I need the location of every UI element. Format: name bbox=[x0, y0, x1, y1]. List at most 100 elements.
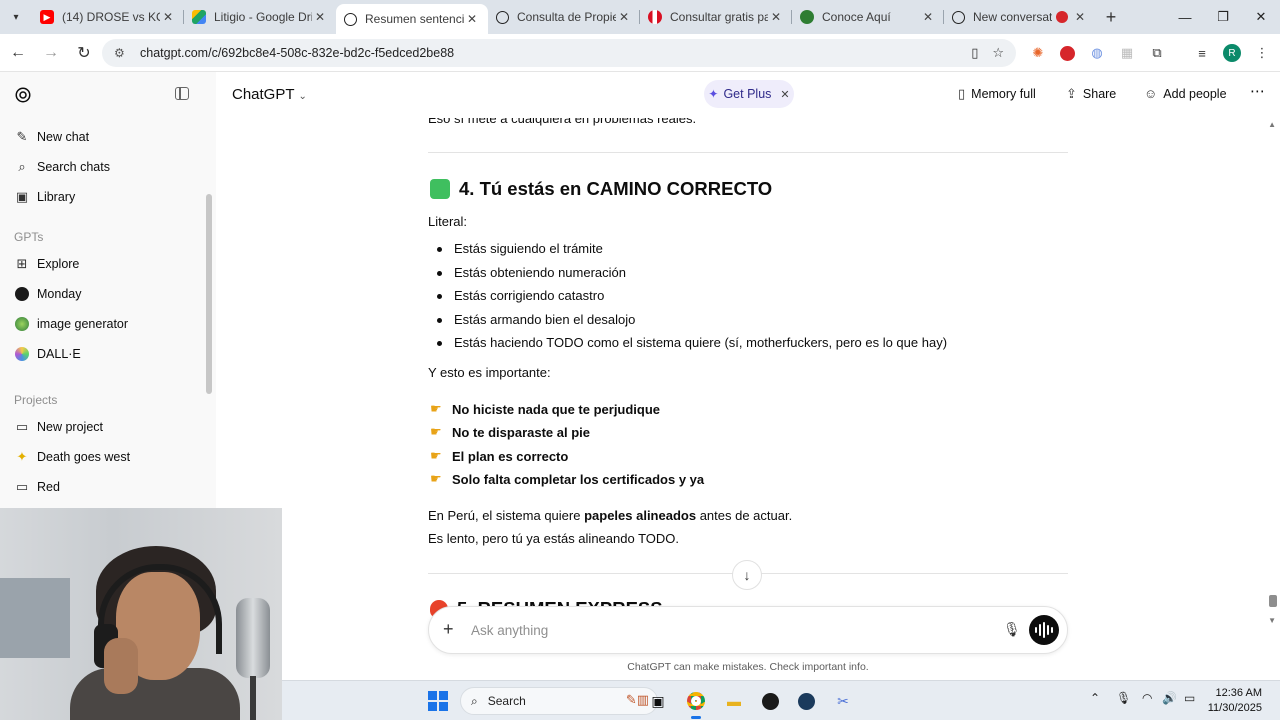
sidebar: ✎ New chat ⌕ Search chats ▣ Library GPTs… bbox=[0, 72, 216, 508]
media-control-icon[interactable]: ≡ bbox=[1190, 34, 1214, 72]
sidebar-item-monday[interactable]: Monday bbox=[8, 280, 208, 308]
maximize-icon[interactable]: ❐ bbox=[1204, 0, 1242, 34]
tab-title: Resumen sentencia C bbox=[365, 12, 464, 26]
browser-tab-3-active[interactable]: Resumen sentencia C ✕ bbox=[336, 4, 488, 34]
person-add-icon: ☺ bbox=[1144, 86, 1158, 101]
browser-tab-7[interactable]: New conversation ✕ bbox=[944, 0, 1096, 34]
model-selector[interactable]: ChatGPT ⌄ bbox=[232, 86, 307, 103]
tab-title: Consulta de Propiedad bbox=[517, 10, 616, 24]
snipping-tool-icon[interactable]: ✂ bbox=[831, 689, 855, 713]
folder-plus-icon: ▭ bbox=[15, 419, 29, 434]
sidebar-item-new-project[interactable]: ▭ New project bbox=[8, 413, 208, 441]
close-tab-icon[interactable]: ✕ bbox=[312, 10, 328, 24]
monday-avatar-icon bbox=[14, 286, 30, 302]
steam-icon[interactable] bbox=[794, 689, 818, 713]
tab-search-menu[interactable]: ▾ bbox=[0, 0, 32, 34]
list-item: Estás siguiendo el trámite bbox=[437, 241, 603, 256]
close-tab-icon[interactable]: ✕ bbox=[464, 12, 480, 26]
more-options-icon[interactable]: ⋯ bbox=[1250, 82, 1265, 100]
page-icon[interactable]: ▯ bbox=[971, 45, 978, 61]
list-item: Estás corrigiendo catastro bbox=[436, 288, 605, 303]
microphone-icon[interactable]: 🎙 bbox=[1003, 621, 1021, 638]
chrome-icon[interactable] bbox=[684, 689, 708, 719]
bookmark-star-icon[interactable]: ☆ bbox=[992, 45, 1004, 61]
volume-icon[interactable]: 🔊 bbox=[1162, 691, 1177, 705]
sidebar-item-dalle[interactable]: DALL·E bbox=[8, 340, 208, 368]
voice-mode-button[interactable] bbox=[1029, 615, 1059, 645]
close-tab-icon[interactable]: ✕ bbox=[1072, 10, 1088, 24]
browser-tab-1[interactable]: ▶ (14) DROSE vs KODIG ✕ bbox=[32, 0, 184, 34]
chat-input[interactable] bbox=[471, 619, 971, 641]
adblock-icon[interactable] bbox=[1055, 34, 1079, 72]
sidebar-scrollbar[interactable] bbox=[206, 194, 212, 394]
browser-tab-4[interactable]: Consulta de Propiedad ✕ bbox=[488, 0, 640, 34]
conversation-area: Eso sí mete a cualquiera en problemas re… bbox=[216, 118, 1280, 680]
browser-menu-icon[interactable]: ⋮ bbox=[1250, 34, 1274, 72]
new-tab-button[interactable]: + bbox=[1096, 7, 1126, 28]
extension-icon[interactable]: ✺ bbox=[1026, 34, 1050, 72]
lens-extension-icon[interactable]: ◍ bbox=[1085, 34, 1109, 72]
battery-icon[interactable]: ▭ bbox=[1184, 691, 1195, 705]
plus-icon[interactable]: + bbox=[443, 619, 454, 640]
browser-tab-6[interactable]: Conoce Aquí ✕ bbox=[792, 0, 944, 34]
dismiss-icon[interactable]: ✕ bbox=[780, 88, 789, 101]
scroll-down-arrow-icon[interactable]: ▼ bbox=[1268, 616, 1276, 625]
wifi-icon[interactable]: ◠ bbox=[1142, 691, 1152, 705]
chatgpt-logo-icon[interactable] bbox=[14, 86, 32, 104]
extension-icon[interactable]: ▦ bbox=[1115, 34, 1139, 72]
chatgpt-icon bbox=[496, 10, 509, 24]
scroll-to-bottom-button[interactable]: ↓ bbox=[732, 560, 762, 590]
reload-icon[interactable]: ↻ bbox=[69, 38, 99, 68]
sidebar-item-library[interactable]: ▣ Library bbox=[8, 183, 208, 211]
tab-title: New conversation bbox=[973, 10, 1052, 24]
tray-overflow-icon[interactable]: ⌃ bbox=[1090, 691, 1100, 705]
sparkle-icon: ✦ bbox=[708, 87, 719, 101]
share-button[interactable]: ⇪ Share bbox=[1066, 86, 1116, 102]
task-view-icon[interactable]: ▣ bbox=[646, 689, 670, 713]
browser-tab-2[interactable]: Litigio - Google Drive ✕ bbox=[184, 0, 336, 34]
sidebar-item-death-goes-west[interactable]: ✦ Death goes west bbox=[8, 443, 208, 471]
memory-icon: ▯ bbox=[958, 86, 966, 101]
close-tab-icon[interactable]: ✕ bbox=[616, 10, 632, 24]
sidebar-item-search-chats[interactable]: ⌕ Search chats bbox=[8, 153, 208, 181]
sidebar-item-red[interactable]: ▭ Red bbox=[8, 473, 208, 501]
close-tab-icon[interactable]: ✕ bbox=[160, 10, 176, 24]
main-scrollbar-thumb[interactable] bbox=[1269, 595, 1277, 607]
browser-toolbar: ← → ↻ ⚙ chatgpt.com/c/692bc8e4-508c-832e… bbox=[0, 34, 1280, 72]
chatgpt-icon bbox=[344, 12, 357, 26]
close-tab-icon[interactable]: ✕ bbox=[920, 10, 936, 24]
chat-header: ChatGPT ⌄ ✦ Get Plus ✕ ▯ Memory full ⇪ Sh… bbox=[216, 72, 1280, 118]
back-icon[interactable]: ← bbox=[3, 38, 33, 68]
sidebar-item-explore[interactable]: ⊞ Explore bbox=[8, 250, 208, 278]
chatgpt-app-icon[interactable] bbox=[758, 689, 782, 713]
taskbar-search[interactable]: ⌕ Search ✎▥ bbox=[460, 687, 658, 715]
sidebar-item-image-generator[interactable]: image generator bbox=[8, 310, 208, 338]
extensions-puzzle-icon[interactable]: ⧉ bbox=[1145, 34, 1169, 72]
sidebar-item-new-chat[interactable]: ✎ New chat bbox=[8, 123, 208, 151]
sidebar-toggle-icon[interactable] bbox=[175, 87, 189, 100]
youtube-icon: ▶ bbox=[40, 10, 54, 24]
taskbar-clock[interactable]: 12:36 AM 11/30/2025 bbox=[1208, 686, 1262, 716]
tray-microphone-icon[interactable]: 🎙 bbox=[1116, 691, 1131, 705]
close-tab-icon[interactable]: ✕ bbox=[768, 10, 784, 24]
arrow-down-icon: ↓ bbox=[743, 567, 751, 583]
minimize-icon[interactable]: — bbox=[1166, 0, 1204, 34]
close-window-icon[interactable]: ✕ bbox=[1242, 0, 1280, 34]
add-people-button[interactable]: ☺ Add people bbox=[1144, 86, 1227, 101]
list-item: Estás haciendo TODO como el sistema quie… bbox=[436, 335, 948, 350]
browser-tab-5[interactable]: Consultar gratis partida ✕ bbox=[640, 0, 792, 34]
memory-full-button[interactable]: ▯ Memory full bbox=[958, 86, 1036, 102]
get-plus-button[interactable]: ✦ Get Plus ✕ bbox=[704, 80, 794, 108]
profile-avatar[interactable]: R bbox=[1220, 34, 1244, 72]
message-text: Eso sí mete a cualquiera en problemas re… bbox=[428, 118, 697, 126]
forward-icon[interactable]: → bbox=[36, 38, 66, 68]
scroll-up-arrow-icon[interactable]: ▲ bbox=[1268, 120, 1276, 129]
message-composer: + 🎙 bbox=[428, 606, 1068, 654]
address-bar[interactable]: ⚙ chatgpt.com/c/692bc8e4-508c-832e-bd2c-… bbox=[102, 39, 1016, 67]
site-info-icon[interactable]: ⚙ bbox=[114, 46, 130, 60]
windows-start-icon[interactable] bbox=[428, 691, 448, 711]
gpts-section-label: GPTs bbox=[14, 230, 44, 244]
page-icon bbox=[800, 10, 814, 24]
explore-grid-icon: ⊞ bbox=[16, 256, 28, 271]
file-explorer-icon[interactable]: ▬ bbox=[722, 689, 746, 713]
